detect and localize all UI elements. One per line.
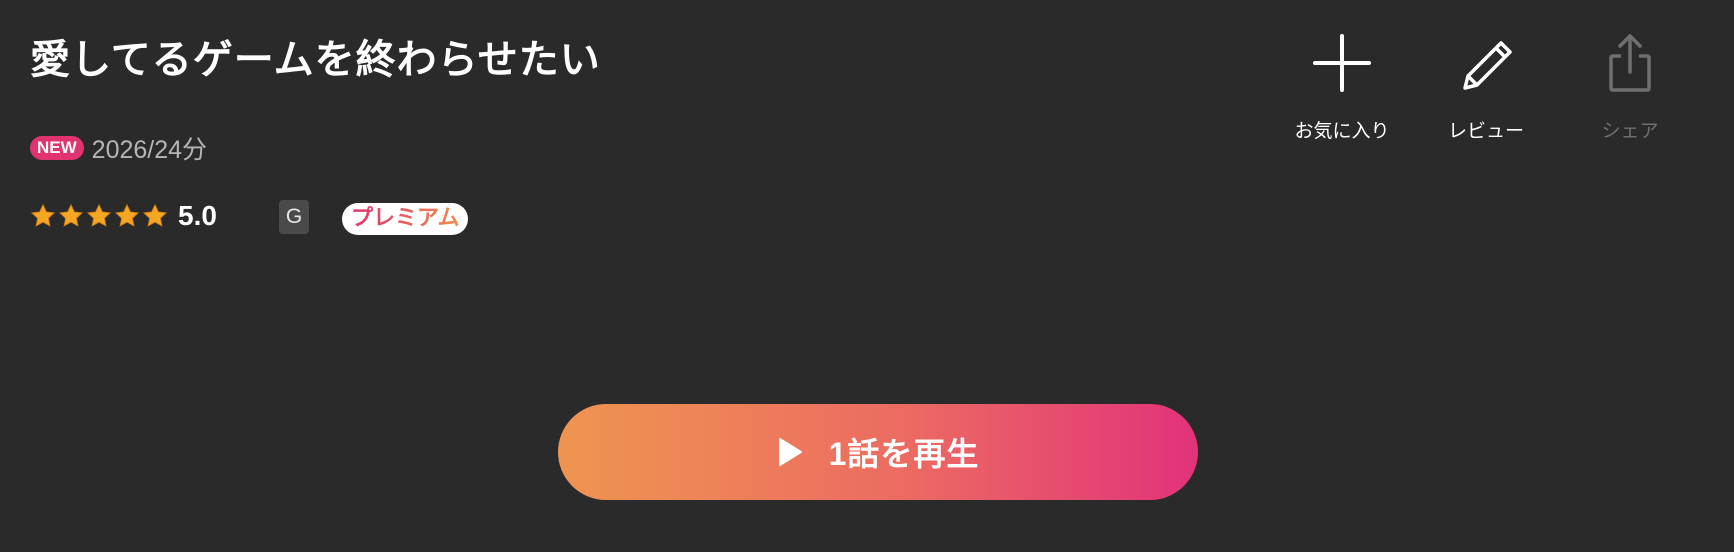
year-duration: 2026/24分	[91, 136, 208, 164]
play-episode-label: 1話を再生	[828, 436, 980, 472]
page-title: 愛してるゲームを終わらせたい	[30, 37, 601, 83]
age-rating-badge: G	[279, 200, 309, 234]
meta-row: NEW 2026/24分	[30, 130, 207, 166]
premium-label: プレミアム	[351, 206, 460, 231]
star-icon	[114, 203, 140, 227]
star-rating	[30, 203, 170, 229]
new-badge: NEW	[30, 136, 84, 160]
play-icon	[778, 438, 802, 466]
play-episode-button[interactable]: 1話を再生	[558, 404, 1198, 500]
favorite-label: お気に入り	[1294, 120, 1390, 142]
plus-icon	[1313, 34, 1371, 92]
star-icon	[30, 203, 56, 227]
star-icon	[142, 203, 168, 227]
review-button[interactable]: レビュー	[1421, 32, 1551, 143]
favorite-button[interactable]: お気に入り	[1277, 32, 1407, 143]
rating: 5.0	[30, 196, 217, 236]
share-label: シェア	[1601, 120, 1659, 142]
review-label: レビュー	[1447, 120, 1524, 142]
share-icon	[1609, 34, 1651, 92]
star-icon	[86, 203, 112, 227]
pencil-icon	[1463, 41, 1512, 90]
share-button[interactable]: シェア	[1565, 32, 1695, 143]
star-icon	[58, 203, 84, 227]
rating-value: 5.0	[178, 200, 217, 231]
premium-badge: プレミアム	[342, 203, 469, 235]
